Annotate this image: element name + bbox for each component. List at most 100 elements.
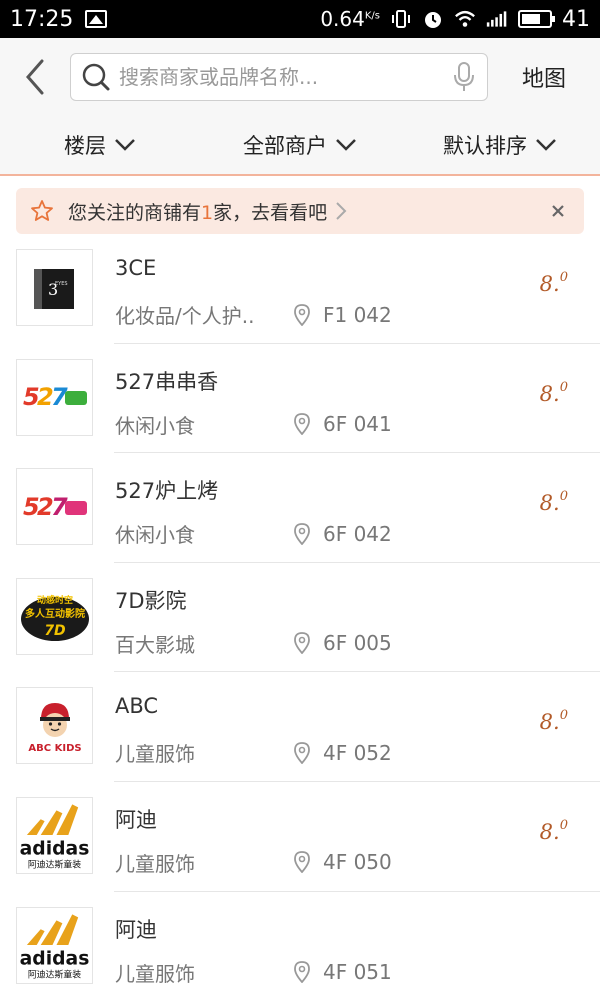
followed-suffix: 家，去看看吧 [213,201,328,224]
filter-floor[interactable]: 楼层 [0,130,200,160]
store-logo-527: 527 [16,468,93,546]
filter-bar: 楼层 全部商户 默认排序 [0,116,600,176]
filter-merchants-label: 全部商户 [243,134,327,158]
map-button[interactable]: 地图 [488,61,600,93]
search-input[interactable] [119,65,451,89]
logo-adidas-text: adidas [20,839,90,860]
followed-prefix: 您关注的商铺有 [68,201,202,224]
store-rating: 8.0 [540,818,568,844]
location-pin-icon [294,522,310,545]
store-row[interactable]: 动感时空 多人互动影院 7D 7D影院 百大影城 6F 005 [0,563,600,673]
location-pin-icon [294,961,310,984]
followed-stores-text: 您关注的商铺有1家，去看看吧 [68,198,327,225]
star-outline-icon [31,200,53,221]
store-row[interactable]: 527 527炉上烤 休闲小食 6F 042 8.0 [0,453,600,563]
wifi-icon [454,8,476,30]
store-logo-3ce: 3 EYES [16,249,93,326]
store-name: 7D影院 [115,588,187,613]
filter-merchants[interactable]: 全部商户 [200,130,400,160]
location-pin-icon [294,741,310,764]
store-category: 化妆品/个人护.. [115,304,255,328]
battery-level: 41 [562,6,590,32]
store-category: 百大影城 [115,632,195,657]
back-button[interactable] [0,38,70,116]
store-name: ABC [115,694,159,719]
store-row[interactable]: 527 527串串香 休闲小食 6F 041 8.0 [0,344,600,454]
store-name: 527串串香 [115,369,219,394]
store-rating: 8.0 [540,708,568,734]
store-info: 阿迪 儿童服饰 4F 051 [115,914,392,987]
logo-7d-mid: 多人互动影院 [25,607,85,620]
logo-adidas-sub: 阿迪达斯童装 [28,859,81,871]
status-bar: 17:25 0.64K/s 41 [0,0,600,38]
chevron-down-icon [536,139,556,151]
store-row[interactable]: 3 EYES 3CE 化妆品/个人护.. F1 042 8.0 [0,234,600,344]
signal-icon [486,8,508,30]
alarm-icon [422,8,444,30]
rating-dec: 0 [559,379,568,395]
store-meta: 百大影城 6F 005 [115,629,392,658]
rating-int: 8. [539,710,560,735]
filter-sort-label: 默认排序 [443,134,527,158]
followed-stores-banner[interactable]: 您关注的商铺有1家，去看看吧 [16,188,584,234]
followed-count: 1 [201,201,214,224]
store-meta: 儿童服饰 4F 050 [115,848,392,877]
store-logo-7d: 动感时空 多人互动影院 7D [16,577,93,655]
image-notification-icon [85,10,108,28]
store-name: 527炉上烤 [115,479,219,504]
store-category: 休闲小食 [115,523,195,548]
store-logo-abc-kids: ABC KIDS [16,687,93,765]
store-info: ABC 儿童服饰 4F 052 [115,694,392,767]
store-name: 阿迪 [115,807,157,832]
search-box[interactable] [70,53,488,101]
svg-text:EYES: EYES [55,281,68,287]
store-meta: 休闲小食 6F 042 [115,519,392,548]
network-speed-unit: K/s [364,10,380,22]
store-category: 儿童服饰 [115,961,195,986]
store-name: 3CE [115,256,157,280]
store-rating: 8.0 [540,380,568,406]
logo-abc-kids-text: ABC KIDS [28,743,81,754]
logo-7d-top: 动感时空 [36,594,72,606]
rating-dec: 0 [559,489,568,505]
store-category: 儿童服饰 [115,851,195,876]
store-floor: 4F 051 [323,960,392,985]
battery-icon [518,10,555,28]
logo-7d-main: 7D [44,623,65,639]
store-info: 7D影院 百大影城 6F 005 [115,585,392,658]
rating-dec: 0 [559,270,568,285]
store-row[interactable]: adidas 阿迪达斯童装 阿迪 儿童服饰 4F 050 8.0 [0,782,600,892]
store-row[interactable]: ABC KIDS ABC 儿童服饰 4F 052 8.0 [0,672,600,782]
store-logo-527: 527 [16,358,93,436]
location-pin-icon [294,303,310,326]
location-pin-icon [294,851,310,874]
store-logo-adidas: adidas 阿迪达斯童装 [16,906,93,984]
rating-int: 8. [539,819,560,844]
rating-dec: 0 [559,708,568,724]
store-rating: 8.0 [540,270,568,296]
location-pin-icon [294,632,310,655]
store-category: 休闲小食 [115,413,195,438]
rating-int: 8. [539,381,560,406]
status-right: 0.64K/s 41 [320,7,590,32]
location-pin-icon [294,413,310,436]
store-floor: F1 042 [323,302,392,327]
store-info: 527串串香 休闲小食 6F 041 [115,366,392,439]
close-banner-button[interactable] [546,199,570,223]
store-list: 3 EYES 3CE 化妆品/个人护.. F1 042 8.0 527 527串串… [0,234,600,1000]
store-floor: 4F 050 [323,850,392,875]
store-row[interactable]: adidas 阿迪达斯童装 阿迪 儿童服饰 4F 051 [0,892,600,1000]
status-time: 17:25 [10,6,74,32]
store-meta: 儿童服饰 4F 052 [115,738,392,767]
filter-sort[interactable]: 默认排序 [400,130,600,160]
rating-int: 8. [539,491,560,516]
search-icon [82,63,110,91]
store-floor: 6F 042 [323,521,392,546]
chevron-left-icon [26,59,44,95]
logo-adidas-sub: 阿迪达斯童装 [28,969,81,981]
network-speed: 0.64K/s [320,7,380,31]
store-name: 阿迪 [115,917,157,942]
store-info: 3CE 化妆品/个人护.. F1 042 [115,256,392,329]
microphone-icon[interactable] [451,61,477,93]
store-logo-adidas: adidas 阿迪达斯童装 [16,796,93,874]
